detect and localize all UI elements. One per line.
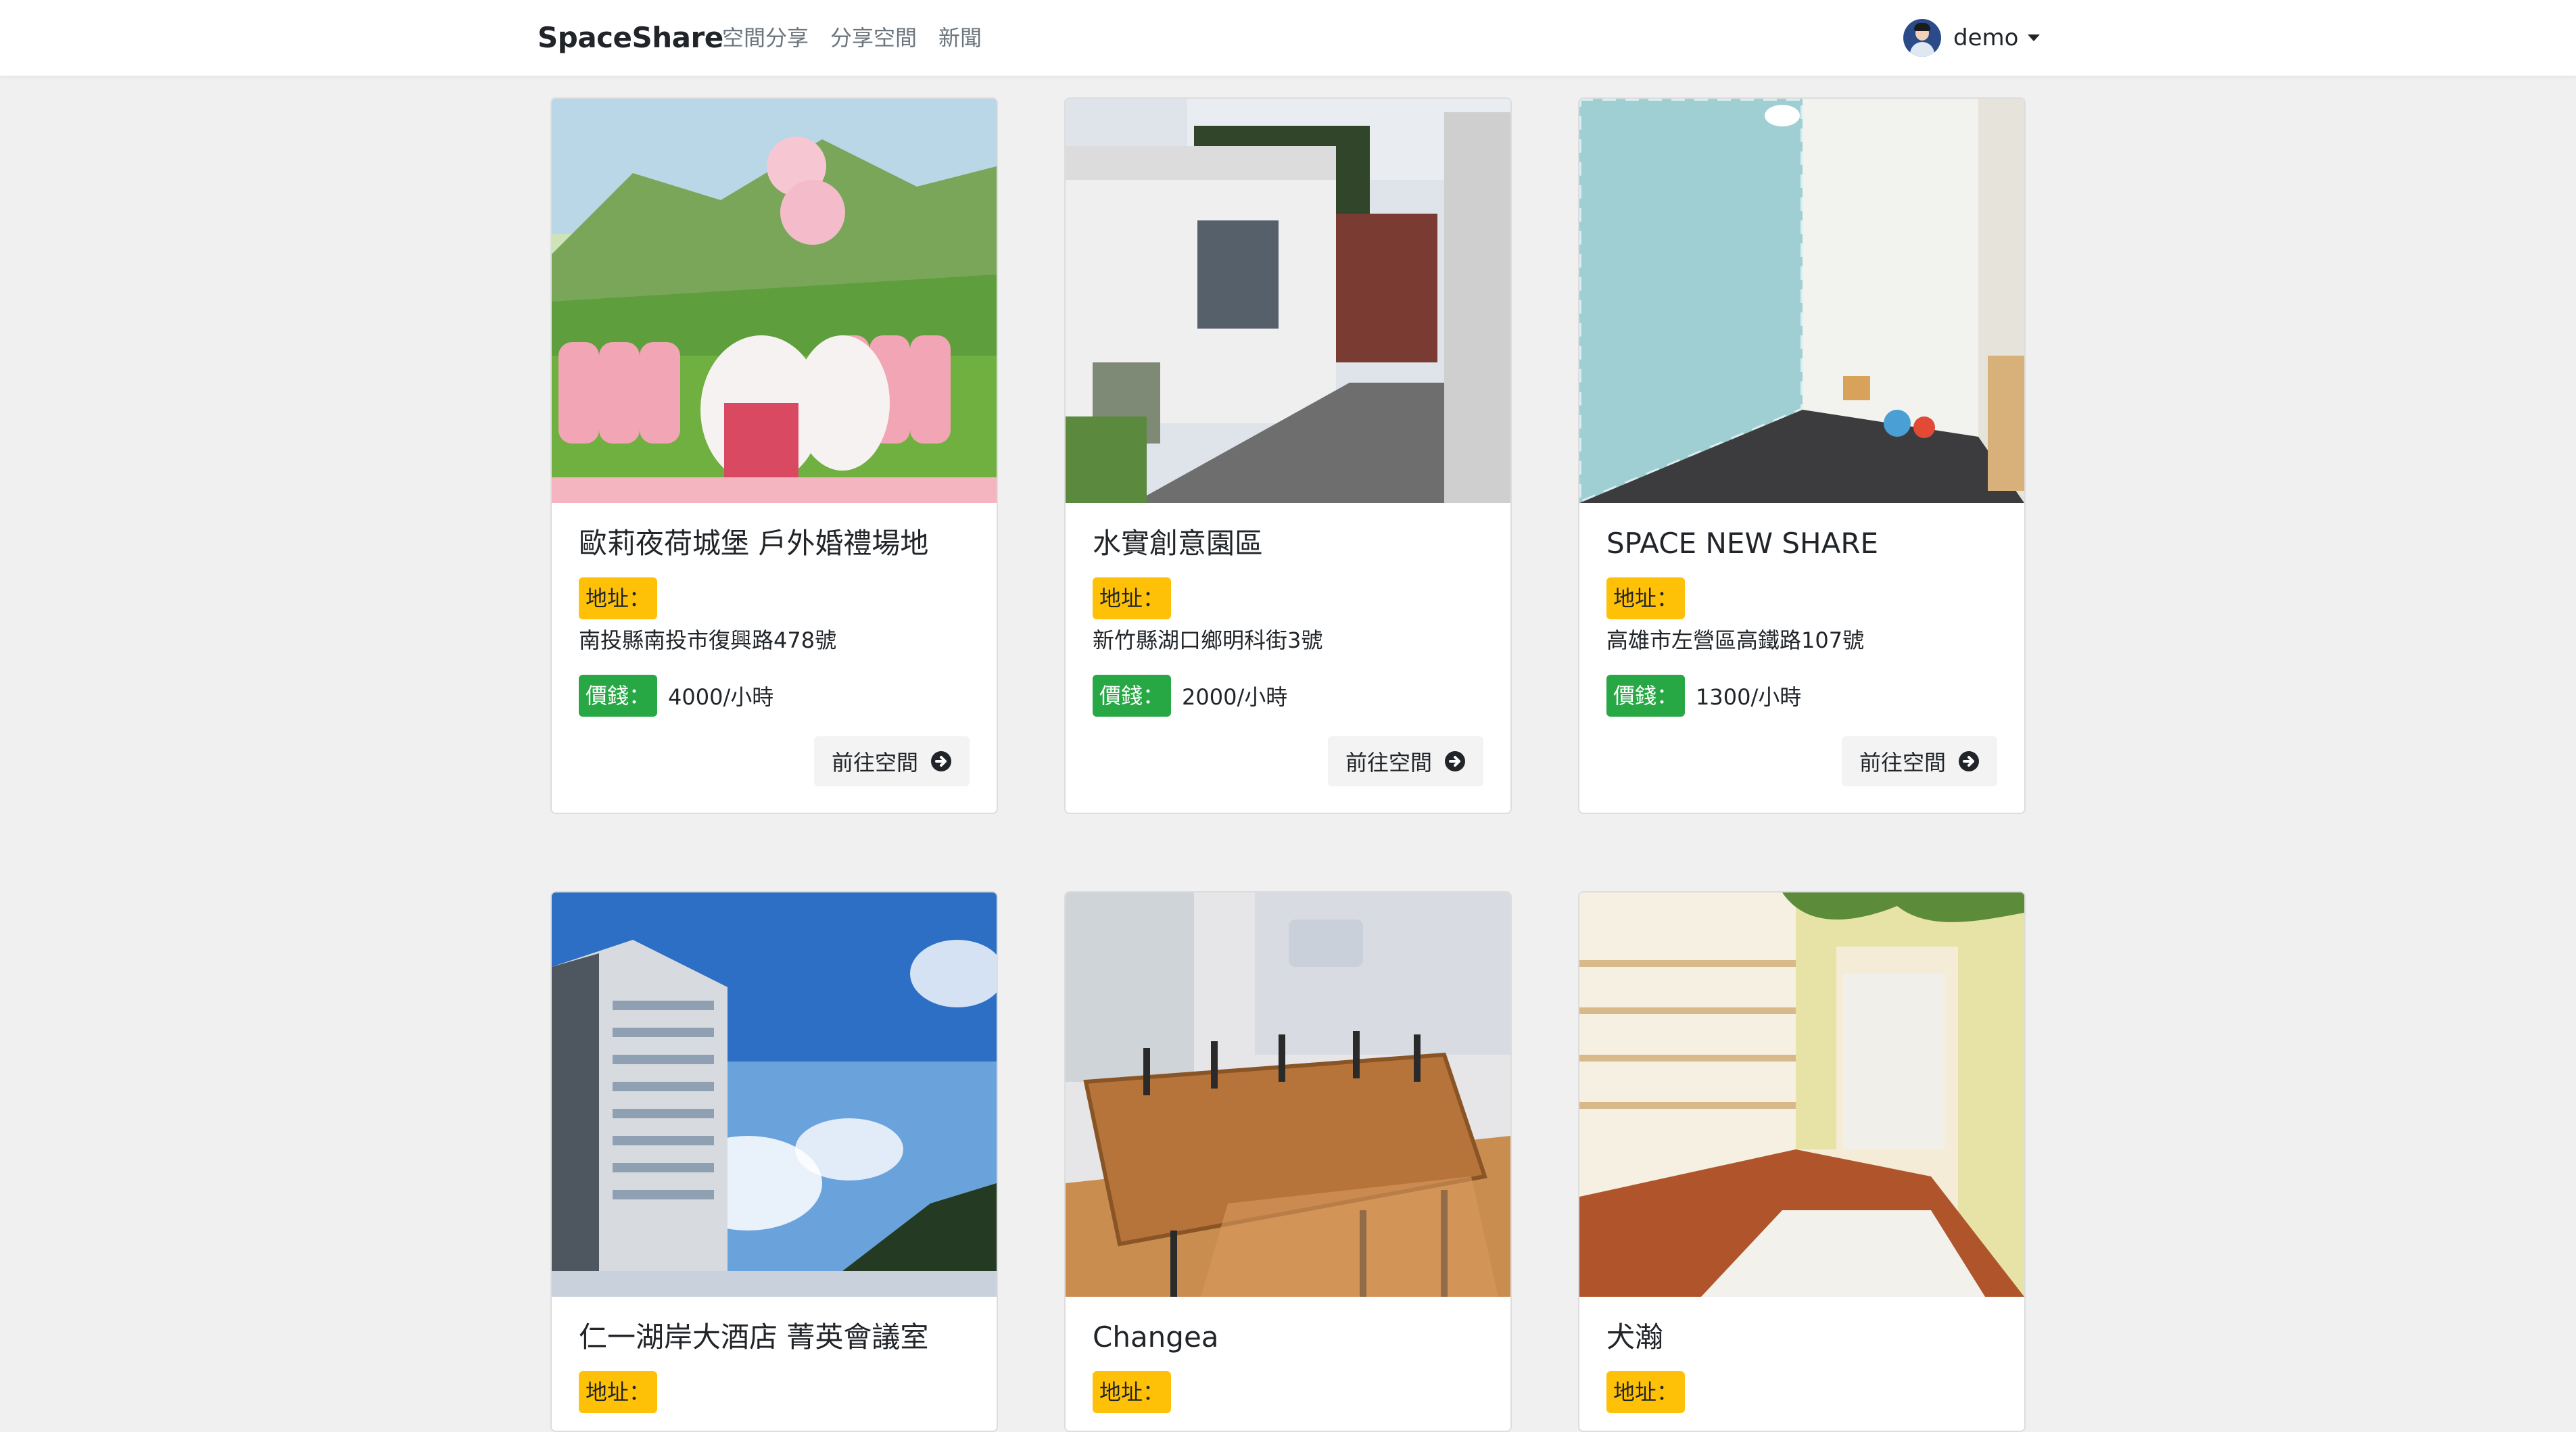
space-title[interactable]: 水實創意園區 — [1093, 525, 1263, 563]
nav-link-share-space[interactable]: 分享空間 — [830, 23, 917, 53]
goto-space-button[interactable]: 前往空間 — [813, 736, 970, 786]
goto-space-button[interactable]: 前往空間 — [1327, 736, 1483, 786]
nav-link-space-share[interactable]: 空間分享 — [722, 23, 809, 53]
address-badge: 地址： — [579, 1371, 658, 1413]
address-text: 高雄市左營區高鐵路107號 — [1606, 627, 1865, 653]
goto-space-button[interactable]: 前往空間 — [1841, 736, 1997, 786]
space-image[interactable] — [1579, 99, 2024, 503]
space-card: 仁一湖岸大酒店 菁英會議室 地址： — [550, 891, 998, 1432]
price-text: 4000/小時 — [668, 684, 774, 710]
avatar — [1903, 19, 1941, 57]
space-image[interactable] — [552, 892, 997, 1297]
address-text: 新竹縣湖口鄉明科街3號 — [1093, 627, 1323, 653]
arrow-right-circle-icon — [1959, 751, 1979, 771]
space-title[interactable]: 仁一湖岸大酒店 菁英會議室 — [579, 1318, 928, 1356]
address-badge: 地址： — [1093, 1371, 1172, 1413]
price-badge: 價錢： — [1093, 675, 1172, 717]
space-image[interactable] — [1066, 892, 1510, 1297]
goto-space-label: 前往空間 — [1345, 750, 1432, 775]
space-image[interactable] — [1066, 99, 1510, 503]
chevron-down-icon — [2028, 34, 2041, 41]
price-text: 1300/小時 — [1696, 684, 1802, 710]
space-title[interactable]: Changea — [1093, 1318, 1219, 1356]
space-title[interactable]: 犬瀚 — [1606, 1318, 1663, 1356]
space-image[interactable] — [552, 99, 997, 503]
address-badge: 地址： — [1606, 1371, 1686, 1413]
space-title[interactable]: SPACE NEW SHARE — [1606, 525, 1878, 563]
address-text: 南投縣南投市復興路478號 — [579, 627, 837, 653]
top-navbar: SpaceShare 空間分享 分享空間 新聞 demo — [0, 0, 2576, 76]
price-text: 2000/小時 — [1182, 684, 1288, 710]
user-menu-dropdown[interactable]: demo — [1903, 19, 2041, 57]
address-badge: 地址： — [1606, 577, 1686, 619]
price-row: 價錢： 4000/小時 — [579, 675, 773, 717]
price-badge: 價錢： — [1606, 675, 1686, 717]
brand-logo[interactable]: SpaceShare — [538, 20, 723, 55]
space-card: 歐莉夜荷城堡 戶外婚禮場地 地址： 南投縣南投市復興路478號 價錢： 4000… — [550, 97, 998, 814]
address-badge: 地址： — [579, 577, 658, 619]
arrow-right-circle-icon — [1445, 751, 1465, 771]
address-badge: 地址： — [1093, 577, 1172, 619]
space-card: 犬瀚 地址： — [1578, 891, 2026, 1432]
space-card: 水實創意園區 地址： 新竹縣湖口鄉明科街3號 價錢： 2000/小時 前往空間 — [1064, 97, 1512, 814]
arrow-right-circle-icon — [931, 751, 951, 771]
price-row: 價錢： 2000/小時 — [1093, 675, 1287, 717]
price-row: 價錢： 1300/小時 — [1606, 675, 1801, 717]
goto-space-label: 前往空間 — [831, 750, 918, 775]
space-card: SPACE NEW SHARE 地址： 高雄市左營區高鐵路107號 價錢： 13… — [1578, 97, 2026, 814]
space-image[interactable] — [1579, 892, 2024, 1297]
price-badge: 價錢： — [579, 675, 658, 717]
nav-link-news[interactable]: 新聞 — [938, 23, 982, 53]
goto-space-label: 前往空間 — [1859, 750, 1946, 775]
space-card: Changea 地址： — [1064, 891, 1512, 1432]
user-name: demo — [1953, 24, 2019, 51]
space-title[interactable]: 歐莉夜荷城堡 戶外婚禮場地 — [579, 525, 928, 563]
